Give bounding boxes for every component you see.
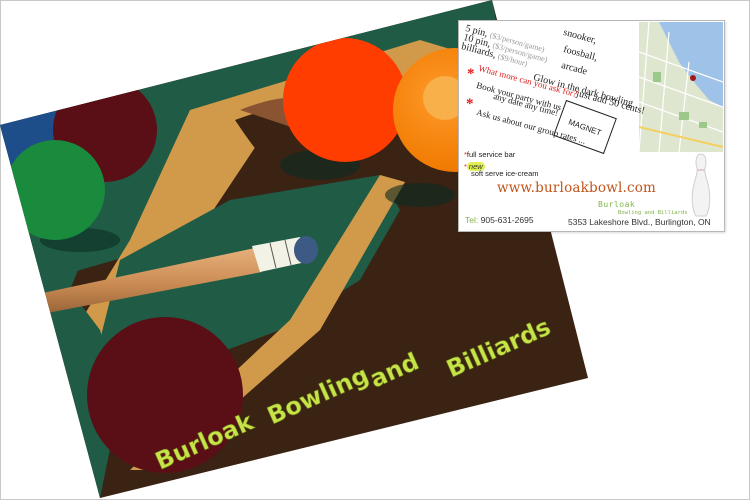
amenity-bar: *full service bar (464, 150, 516, 159)
red-orange-ball (283, 38, 407, 162)
star-icon: * (467, 66, 475, 82)
website-url[interactable]: www.burloakbowl.com (497, 180, 656, 196)
star-icon: * (466, 96, 474, 112)
amenity-ice-cream: soft serve ice-cream (471, 169, 539, 178)
green-ball (5, 140, 105, 240)
ball-shadow (385, 183, 455, 207)
address: 5353 Lakeshore Blvd., Burlington, ON (568, 217, 711, 227)
phone-number: Tel: 905-631-2695 (465, 215, 534, 225)
location-map (639, 22, 723, 152)
brand-logo-tagline: Bowling and Billiards (618, 210, 688, 216)
brand-logo-name: Burloak (598, 200, 636, 209)
